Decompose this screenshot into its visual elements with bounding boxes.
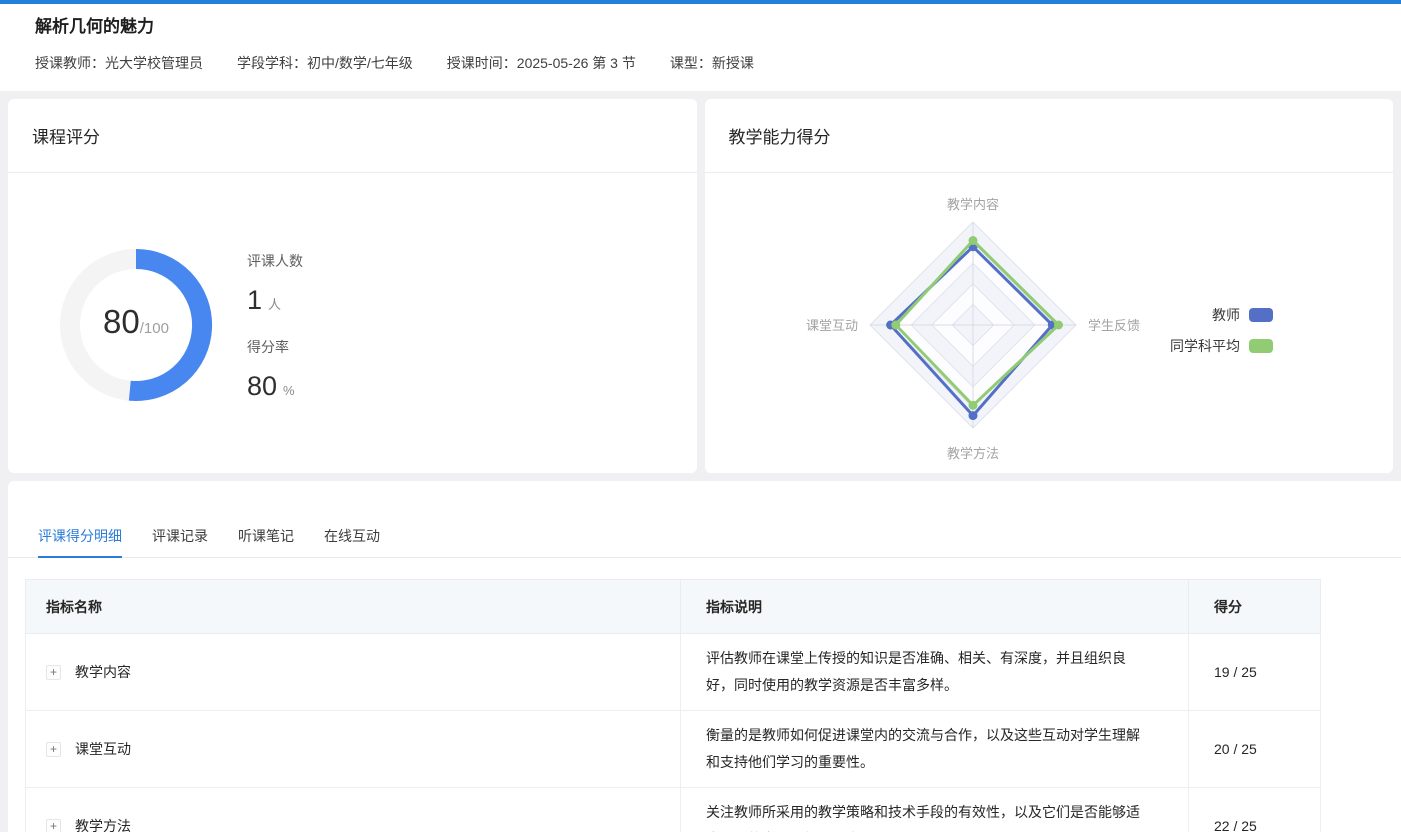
column-header-score: 得分: [1189, 580, 1321, 634]
expand-row-button[interactable]: +: [46, 819, 61, 832]
teaching-ability-card: 教学能力得分 教学内容学生反馈教学方法 课堂互动 教师同学科平均: [705, 99, 1394, 473]
indicator-name-wrap: + 教学内容: [46, 662, 680, 682]
donut-max: /100: [140, 320, 169, 337]
meta-label: 授课时间：: [447, 55, 517, 71]
radar-axis-label: 学生反馈: [1088, 318, 1140, 333]
legend-item[interactable]: 教师: [1170, 305, 1273, 325]
indicator-name: 教学方法: [75, 816, 131, 832]
tab-1[interactable]: 评课得分明细: [38, 529, 122, 558]
indicator-name-cell: + 教学方法: [26, 788, 681, 832]
indicator-name: 课堂互动: [75, 739, 131, 759]
indicator-name-wrap: + 课堂互动: [46, 739, 680, 759]
stat-value: 1: [247, 285, 262, 315]
stat-value-row: 80%: [247, 371, 303, 402]
score-donut-chart: 80/100: [56, 245, 216, 405]
stat-unit: 人: [268, 297, 281, 312]
radar-axis-label: 课堂互动: [805, 318, 857, 333]
expand-row-button[interactable]: +: [46, 742, 61, 757]
indicator-name: 教学内容: [75, 662, 131, 682]
meta-value: 新授课: [712, 55, 754, 71]
indicator-name-cell: + 课堂互动: [26, 711, 681, 788]
table-row: + 教学内容 评估教师在课堂上传授的知识是否准确、相关、有深度，并且组织良好，同时使…: [26, 634, 1321, 711]
radar-chart: 教学内容学生反馈教学方法 课堂互动: [705, 173, 1394, 472]
legend-label: 教师: [1212, 305, 1240, 325]
indicator-name-cell: + 教学内容: [26, 634, 681, 711]
tab-2[interactable]: 评课记录: [152, 529, 208, 558]
score-cell: 19 / 25: [1189, 634, 1321, 711]
legend-item[interactable]: 同学科平均: [1170, 336, 1273, 356]
meta-item: 学段学科：初中/数学/七年级: [237, 55, 413, 71]
legend-label: 同学科平均: [1170, 336, 1240, 356]
meta-value: 光大学校管理员: [105, 55, 203, 71]
meta-value: 初中/数学/七年级: [307, 55, 413, 71]
expand-row-button[interactable]: +: [46, 665, 61, 680]
meta-item: 授课教师：光大学校管理员: [35, 55, 203, 71]
stat-value: 80: [247, 371, 277, 401]
summary-cards-row: 课程评分 80/100 评课人数 1人得分率 80% 教学能力得分 教学内容学生反馈…: [8, 99, 1393, 473]
tab-4[interactable]: 在线互动: [324, 529, 380, 558]
meta-value: 2025-05-26 第 3 节: [517, 55, 636, 71]
meta-item: 课型：新授课: [670, 55, 754, 71]
indicator-desc: 评估教师在课堂上传授的知识是否准确、相关、有深度，并且组织良好，同时使用的教学资…: [706, 645, 1148, 699]
table-row: + 课堂互动 衡量的是教师如何促进课堂内的交流与合作，以及这些互动对学生理解和支持他…: [26, 711, 1321, 788]
page-title: 解析几何的魅力: [35, 16, 1366, 38]
course-score-card: 课程评分 80/100 评课人数 1人得分率 80%: [8, 99, 697, 473]
column-header-indicator-desc: 指标说明: [681, 580, 1189, 634]
tab-3[interactable]: 听课笔记: [238, 529, 294, 558]
radar-axis-label: 教学方法: [946, 446, 998, 461]
stat-label: 得分率: [247, 340, 303, 355]
legend-swatch: [1249, 308, 1273, 322]
donut-center-label: 80/100: [56, 303, 216, 341]
column-header-indicator-name: 指标名称: [26, 580, 681, 634]
score-cell: 20 / 25: [1189, 711, 1321, 788]
teaching-ability-card-body: 教学内容学生反馈教学方法 课堂互动 教师同学科平均: [705, 173, 1394, 472]
indicator-desc: 关注教师所采用的教学策略和技术手段的有效性，以及它们是否能够适应不同的学习风格和…: [706, 799, 1148, 832]
table-header-row: 指标名称 指标说明 得分: [26, 580, 1321, 634]
radar-axis-label: 教学内容: [946, 197, 998, 212]
indicator-name-wrap: + 教学方法: [46, 816, 680, 832]
table-row: + 教学方法 关注教师所采用的教学策略和技术手段的有效性，以及它们是否能够适应不同的…: [26, 788, 1321, 832]
stat-unit: %: [283, 383, 295, 398]
legend-swatch: [1249, 339, 1273, 353]
radar-legend: 教师同学科平均: [1170, 305, 1273, 367]
teaching-ability-card-header: 教学能力得分: [705, 99, 1394, 173]
course-meta: 授课教师：光大学校管理员 学段学科：初中/数学/七年级 授课时间：2025-05-2…: [35, 55, 1366, 71]
indicator-desc-cell: 关注教师所采用的教学策略和技术手段的有效性，以及它们是否能够适应不同的学习风格和…: [681, 788, 1189, 832]
donut-score: 80: [103, 303, 140, 340]
course-score-card-title: 课程评分: [32, 123, 100, 148]
course-score-card-header: 课程评分: [8, 99, 697, 173]
detail-tabs: 评课得分明细 评课记录 听课笔记 在线互动: [8, 481, 1401, 558]
score-cell: 22 / 25: [1189, 788, 1321, 832]
indicator-desc-cell: 评估教师在课堂上传授的知识是否准确、相关、有深度，并且组织良好，同时使用的教学资…: [681, 634, 1189, 711]
meta-label: 学段学科：: [237, 55, 307, 71]
score-detail-table: 指标名称 指标说明 得分 + 教学内容 评估教师在课堂上传授的知识是否准确、相关、有…: [25, 579, 1321, 832]
stat-label: 评课人数: [247, 254, 303, 269]
meta-label: 课型：: [670, 55, 712, 71]
page-header: 解析几何的魅力 授课教师：光大学校管理员 学段学科：初中/数学/七年级 授课时间：2…: [0, 4, 1401, 91]
stat-value-row: 1人: [247, 285, 303, 316]
score-stats: 评课人数 1人得分率 80%: [247, 254, 303, 426]
indicator-desc-cell: 衡量的是教师如何促进课堂内的交流与合作，以及这些互动对学生理解和支持他们学习的重…: [681, 711, 1189, 788]
teaching-ability-card-title: 教学能力得分: [729, 123, 831, 148]
meta-item: 授课时间：2025-05-26 第 3 节: [447, 55, 636, 71]
course-score-card-body: 80/100 评课人数 1人得分率 80%: [8, 173, 697, 472]
detail-panel: 评课得分明细 评课记录 听课笔记 在线互动 指标名称 指标说明 得分 + 教学内容 评估教…: [8, 481, 1401, 832]
indicator-desc: 衡量的是教师如何促进课堂内的交流与合作，以及这些互动对学生理解和支持他们学习的重…: [706, 722, 1148, 776]
meta-label: 授课教师：: [35, 55, 105, 71]
